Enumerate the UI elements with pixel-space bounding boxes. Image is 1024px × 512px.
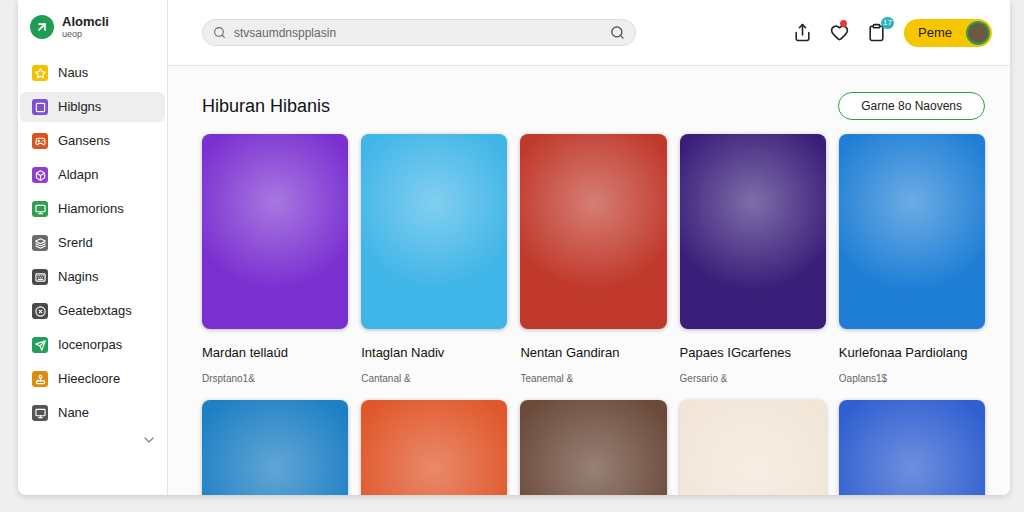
user-pill[interactable]: Peme bbox=[904, 19, 992, 47]
game-card[interactable]: Intaglan Nadiv Cantanal & bbox=[361, 134, 507, 386]
sidebar-item-label: Geatebxtags bbox=[58, 301, 132, 321]
sidebar-item-label: Naus bbox=[58, 63, 88, 83]
game-title: Intaglan Nadiv bbox=[361, 343, 507, 363]
game-cover[interactable] bbox=[520, 400, 666, 496]
section-title: Hiburan Hibanis bbox=[202, 93, 330, 120]
sidebar-item[interactable]: Iocenorpas bbox=[20, 330, 165, 360]
game-card[interactable]: Papaes IGcarfenes Gersario & bbox=[680, 134, 826, 386]
sidebar-item-icon bbox=[32, 201, 48, 217]
search-icon[interactable] bbox=[610, 25, 625, 40]
sidebar: Alomcli ueop Naus Hiblgns Gansens Aldapn Hiamo… bbox=[18, 0, 168, 495]
card-grid-more bbox=[202, 400, 985, 496]
game-card[interactable]: Mardan tellaúd Drsptano1& bbox=[202, 134, 348, 386]
game-cover bbox=[520, 134, 666, 329]
sidebar-item[interactable]: Aldapn bbox=[20, 160, 165, 190]
sidebar-item-label: Hieecloore bbox=[58, 369, 120, 389]
sidebar-item[interactable]: Hiblgns bbox=[20, 92, 165, 122]
sidebar-item-label: Nagins bbox=[58, 267, 98, 287]
sidebar-item-icon bbox=[32, 371, 48, 387]
logo-name: Alomcli bbox=[62, 15, 109, 28]
game-card[interactable]: Kurlefonaa Pardiolang Oaplans1$ bbox=[839, 134, 985, 386]
sidebar-item-icon bbox=[32, 167, 48, 183]
top-bar: stvsaumdnspplasin 17 Peme bbox=[168, 0, 1010, 66]
game-cover[interactable] bbox=[202, 400, 348, 496]
sidebar-item-icon bbox=[32, 235, 48, 251]
sidebar-item-icon bbox=[32, 133, 48, 149]
game-subtitle: Cantanal & bbox=[361, 371, 507, 386]
game-subtitle: Oaplans1$ bbox=[839, 371, 985, 386]
avatar bbox=[966, 21, 990, 45]
sidebar-item-label: Nane bbox=[58, 403, 89, 423]
game-title: Mardan tellaúd bbox=[202, 343, 348, 363]
logo[interactable]: Alomcli ueop bbox=[18, 0, 167, 54]
game-cover[interactable] bbox=[680, 400, 826, 496]
sidebar-item-icon bbox=[32, 65, 48, 81]
sidebar-item-icon bbox=[32, 337, 48, 353]
game-cover bbox=[839, 134, 985, 329]
sidebar-item[interactable]: Gansens bbox=[20, 126, 165, 156]
game-subtitle: Drsptano1& bbox=[202, 371, 348, 386]
game-title: Papaes IGcarfenes bbox=[680, 343, 826, 363]
favorites[interactable] bbox=[830, 23, 849, 42]
main: stvsaumdnspplasin 17 Peme Hiburan Hibanis Ga… bbox=[168, 0, 1010, 495]
window: Alomcli ueop Naus Hiblgns Gansens Aldapn Hiamo… bbox=[18, 0, 1010, 495]
expand-chevron-icon[interactable] bbox=[141, 432, 157, 448]
app: Alomcli ueop Naus Hiblgns Gansens Aldapn Hiamo… bbox=[0, 0, 1024, 512]
sidebar-item-icon bbox=[32, 405, 48, 421]
sidebar-item[interactable]: Srerld bbox=[20, 228, 165, 258]
game-title: Nentan Gandiran bbox=[520, 343, 666, 363]
game-subtitle: Teanemal & bbox=[520, 371, 666, 386]
favorites-dot bbox=[840, 20, 847, 27]
game-subtitle: Gersario & bbox=[680, 371, 826, 386]
heart-icon bbox=[830, 23, 849, 42]
sidebar-item-icon bbox=[32, 99, 48, 115]
game-cover bbox=[361, 134, 507, 329]
sidebar-list: Naus Hiblgns Gansens Aldapn Hiamorions Srerld… bbox=[18, 58, 167, 432]
sidebar-item-icon bbox=[32, 303, 48, 319]
game-cover[interactable] bbox=[839, 400, 985, 496]
sidebar-item[interactable]: Hieecloore bbox=[20, 364, 165, 394]
sidebar-item-label: Hiamorions bbox=[58, 199, 124, 219]
search-placeholder: stvsaumdnspplasin bbox=[234, 24, 602, 42]
sidebar-item-label: Aldapn bbox=[58, 165, 98, 185]
sidebar-item-label: Hiblgns bbox=[58, 97, 101, 117]
game-title: Kurlefonaa Pardiolang bbox=[839, 343, 985, 363]
search-field[interactable]: stvsaumdnspplasin bbox=[202, 19, 636, 46]
sidebar-item-label: Gansens bbox=[58, 131, 110, 151]
card-grid: Mardan tellaúd Drsptano1&Intaglan Nadiv Ca… bbox=[202, 134, 985, 386]
sidebar-item[interactable]: Hiamorions bbox=[20, 194, 165, 224]
logo-icon bbox=[30, 15, 54, 39]
sidebar-item[interactable]: Nane bbox=[20, 398, 165, 428]
share-icon[interactable] bbox=[793, 23, 812, 42]
logo-tagline: ueop bbox=[62, 30, 109, 39]
sidebar-item-label: Srerld bbox=[58, 233, 93, 253]
sidebar-item[interactable]: Naus bbox=[20, 58, 165, 88]
game-cover bbox=[680, 134, 826, 329]
content: Hiburan Hibanis Garne 8o Naovens Mardan te… bbox=[168, 66, 1010, 495]
user-name: Peme bbox=[918, 23, 952, 43]
search-left-icon bbox=[213, 26, 226, 39]
sidebar-item-label: Iocenorpas bbox=[58, 335, 122, 355]
sidebar-item[interactable]: Geatebxtags bbox=[20, 296, 165, 326]
game-card[interactable]: Nentan Gandiran Teanemal & bbox=[520, 134, 666, 386]
section-button[interactable]: Garne 8o Naovens bbox=[838, 92, 985, 120]
notifications[interactable]: 17 bbox=[867, 23, 886, 42]
sidebar-item-icon bbox=[32, 269, 48, 285]
notifications-badge: 17 bbox=[881, 17, 894, 29]
game-cover[interactable] bbox=[361, 400, 507, 496]
sidebar-item[interactable]: Nagins bbox=[20, 262, 165, 292]
game-cover bbox=[202, 134, 348, 329]
